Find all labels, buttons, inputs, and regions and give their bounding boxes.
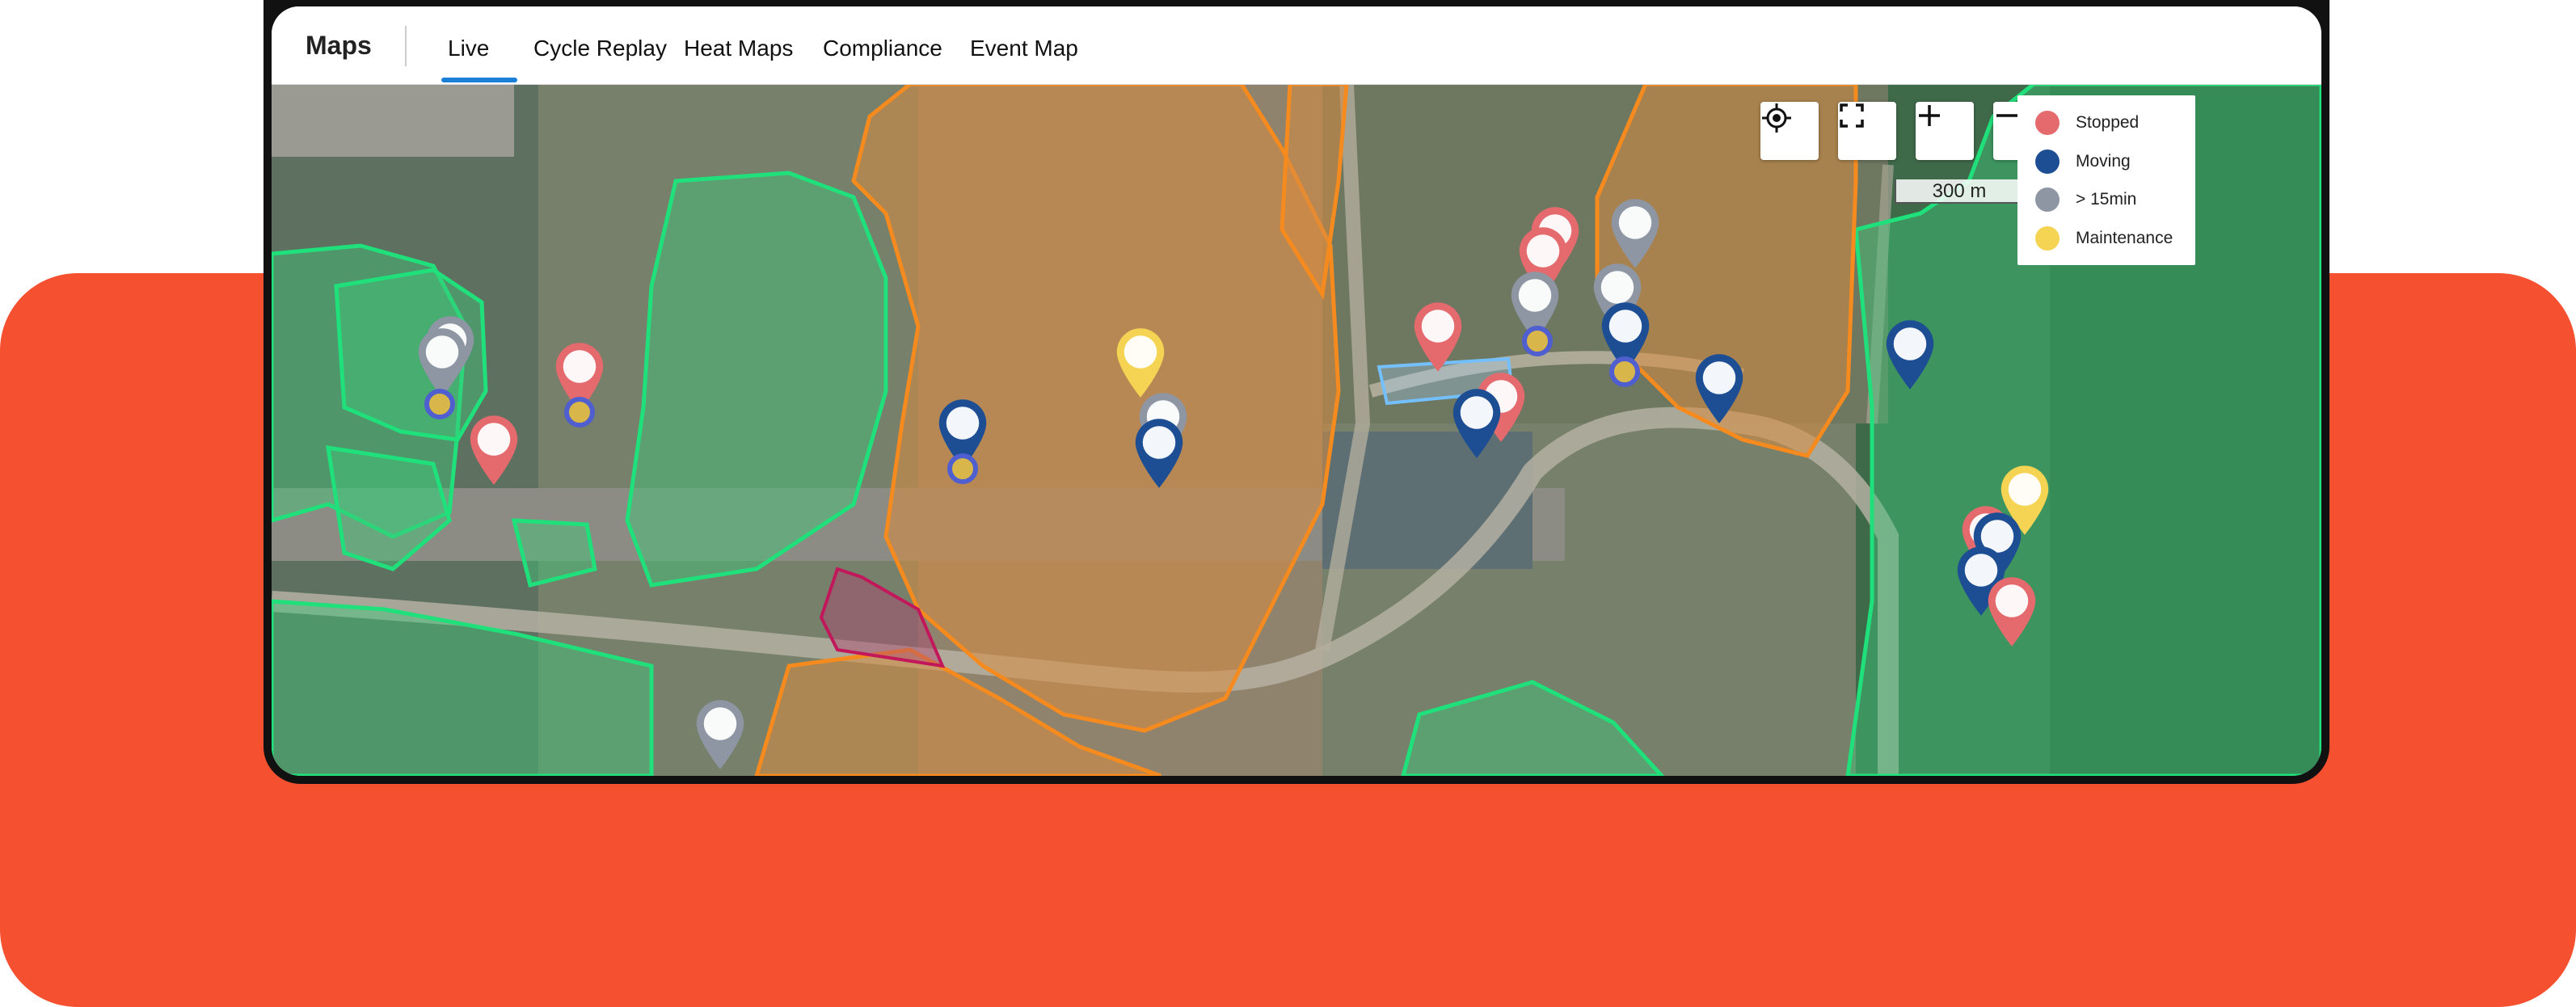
legend-label: Moving: [2076, 152, 2131, 171]
active-tab-indicator: [441, 78, 517, 82]
legend-label: Stopped: [2076, 113, 2140, 132]
locate-icon: [1762, 103, 1791, 133]
fullscreen-icon: [1840, 103, 1864, 128]
legend-item-stopped: Stopped: [2035, 107, 2139, 139]
legend-item-over-15min: > 15min: [2035, 183, 2136, 216]
top-navbar: Maps Live Cycle Replay Heat Maps Complia…: [272, 6, 2321, 85]
legend-item-maintenance: Maintenance: [2035, 222, 2173, 255]
fullscreen-button[interactable]: [1838, 102, 1896, 160]
idle-dot-icon: [2035, 187, 2060, 212]
maintenance-dot-icon: [2035, 226, 2060, 251]
zoom-in-button[interactable]: [1916, 102, 1974, 160]
moving-dot-icon: [2035, 150, 2060, 174]
app-window: Maps Live Cycle Replay Heat Maps Complia…: [272, 6, 2321, 776]
zoom-out-icon: [1996, 114, 2017, 117]
map-scale: 300 m: [1895, 179, 2024, 204]
tab-live[interactable]: Live: [448, 36, 489, 61]
app-title: Maps: [306, 31, 372, 60]
tab-event-map[interactable]: Event Map: [970, 36, 1078, 61]
legend-item-moving: Moving: [2035, 145, 2131, 178]
legend-label: Maintenance: [2076, 229, 2173, 247]
map-canvas[interactable]: 300 m Stopped Moving > 15min Maintenance: [272, 84, 2321, 776]
legend-label: > 15min: [2076, 190, 2137, 209]
stopped-dot-icon: [2035, 111, 2060, 135]
locate-button[interactable]: [1760, 102, 1819, 160]
tab-compliance[interactable]: Compliance: [823, 36, 942, 61]
nav-divider: [405, 26, 407, 66]
zoom-in-icon: [1919, 105, 1940, 126]
device-frame: Maps Live Cycle Replay Heat Maps Complia…: [264, 0, 2329, 784]
tab-heat-maps[interactable]: Heat Maps: [684, 36, 793, 61]
map-legend: Stopped Moving > 15min Maintenance: [2017, 95, 2195, 265]
tab-cycle-replay[interactable]: Cycle Replay: [533, 36, 667, 61]
